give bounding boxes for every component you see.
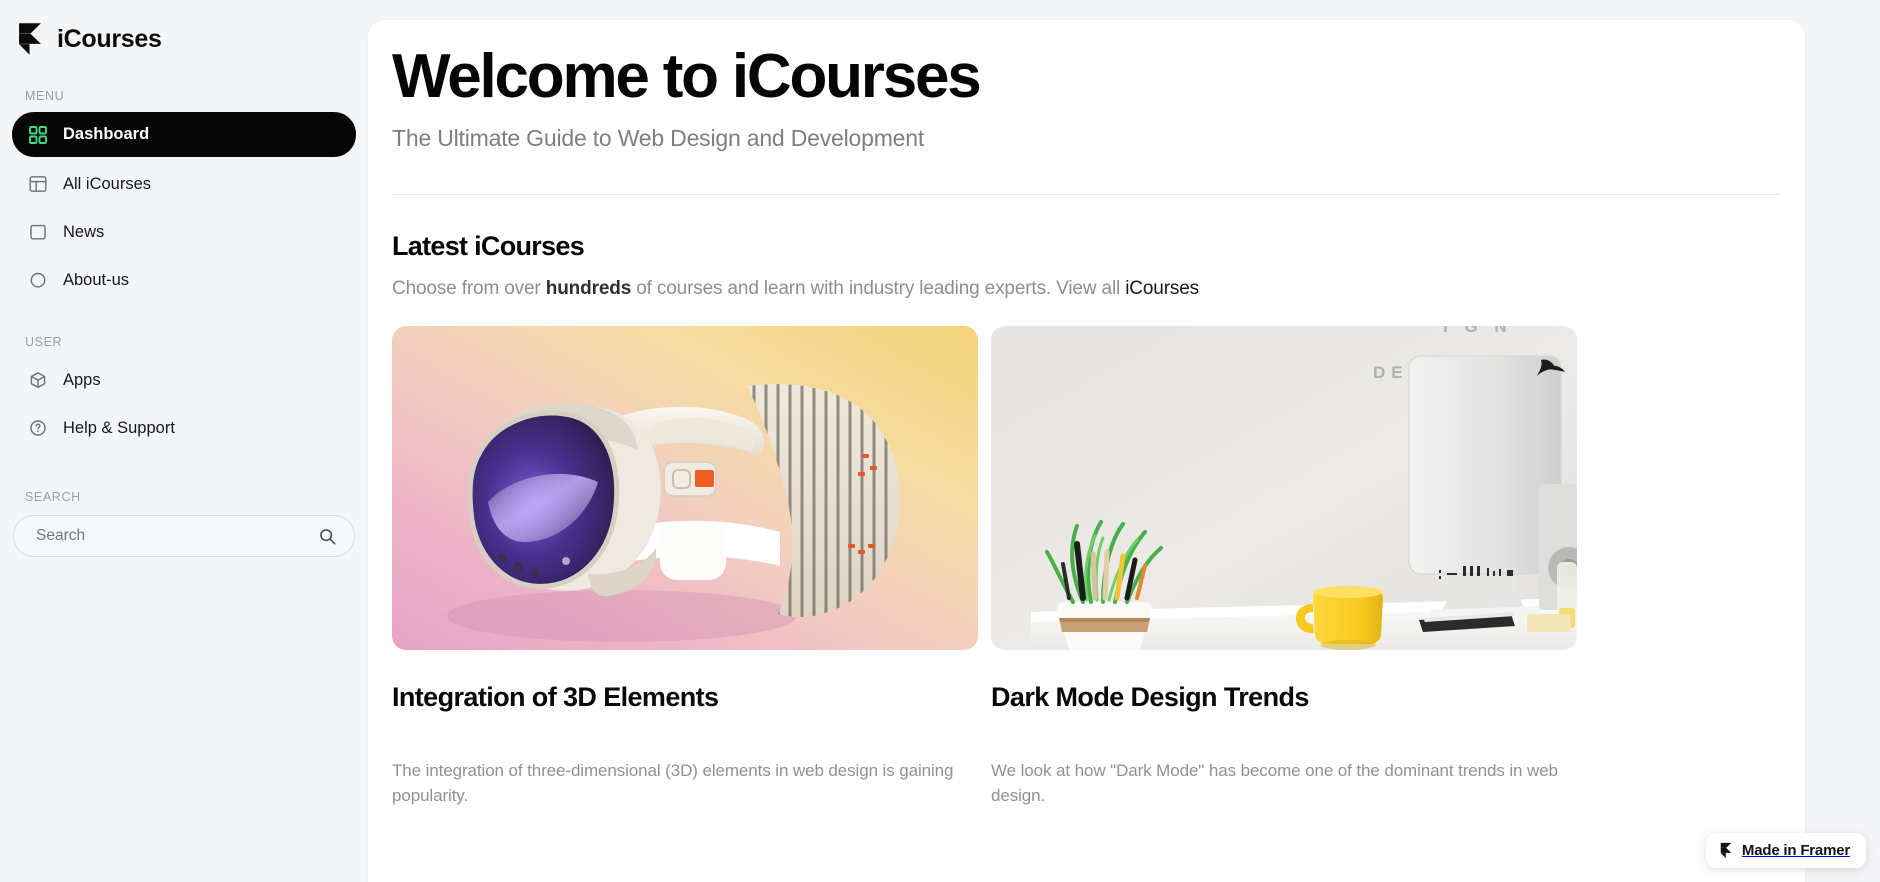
brand[interactable]: iCourses (12, 0, 356, 62)
layout-panel-icon (29, 176, 47, 192)
page-title: Welcome to iCourses (392, 42, 982, 111)
sidebar-item-help-support[interactable]: Help & Support (12, 406, 356, 450)
made-in-framer-badge[interactable]: Made in Framer (1705, 833, 1866, 868)
search-icon[interactable] (318, 527, 337, 546)
brand-name: iCourses (57, 24, 162, 53)
question-circle-icon (30, 420, 46, 436)
sidebar-item-dashboard[interactable]: Dashboard (12, 112, 356, 157)
sidebar-item-label: Help & Support (63, 418, 175, 437)
course-card-description: The integration of three-dimensional (3D… (392, 761, 954, 806)
svg-text:I G N: I G N (1443, 326, 1513, 336)
sidebar-item-apps[interactable]: Apps (12, 358, 356, 402)
course-card[interactable]: Integration of 3D Elements The integrati… (392, 326, 978, 808)
vr-headset-photo (392, 326, 978, 651)
sidebar-section-label-user: USER (25, 335, 63, 349)
section-description: Choose from over hundreds of courses and… (392, 278, 1780, 300)
course-card-description: We look at how "Dark Mode" has become on… (991, 761, 1558, 806)
made-in-framer-label: Made in Framer (1741, 842, 1850, 859)
course-card-image[interactable]: DES I G N (991, 326, 1577, 651)
app-root: iCourses MENU Dashboard All iCourses New… (0, 0, 1880, 882)
section-desc-bold: hundreds (545, 278, 632, 300)
search-box[interactable] (13, 515, 355, 557)
sidebar-item-about-us[interactable]: About-us (12, 258, 356, 302)
sidebar-item-label: All iCourses (63, 174, 152, 193)
sidebar-item-all-icourses[interactable]: All iCourses (12, 162, 356, 206)
course-card-image[interactable] (392, 326, 978, 651)
course-card[interactable]: DES I G N Dark Mode Design Trends We loo… (991, 326, 1577, 808)
framer-logo-icon (1720, 842, 1732, 859)
desk-workspace-photo: DES I G N (991, 326, 1577, 651)
page-subtitle: The Ultimate Guide to Web Design and Dev… (392, 125, 925, 152)
section-title: Latest iCourses (392, 231, 585, 262)
grid-icon (29, 125, 47, 144)
sidebar: iCourses MENU Dashboard All iCourses New… (0, 0, 368, 882)
sidebar-item-label: Dashboard (63, 125, 150, 143)
sidebar-section-label-search: SEARCH (25, 490, 81, 504)
course-card-list: Integration of 3D Elements The integrati… (392, 326, 1780, 808)
section-desc-mid: of courses and learn with industry leadi… (631, 278, 1126, 300)
header-divider (392, 194, 1780, 196)
sidebar-section-label-menu: MENU (25, 89, 65, 103)
square-icon (30, 224, 46, 240)
box-icon (30, 372, 46, 388)
sidebar-item-label: News (63, 222, 105, 241)
sidebar-item-label: About-us (63, 270, 130, 289)
section-desc-pre: Choose from over (392, 278, 546, 300)
search-input[interactable] (36, 527, 318, 545)
framer-logo-icon (19, 23, 41, 55)
course-card-title: Integration of 3D Elements (392, 682, 719, 713)
circle-icon (30, 272, 46, 288)
sidebar-item-news[interactable]: News (12, 210, 356, 254)
course-card-title: Dark Mode Design Trends (991, 682, 1309, 713)
sidebar-item-label: Apps (63, 370, 101, 389)
view-all-icourses-link[interactable]: iCourses (1125, 278, 1199, 299)
main-panel: Welcome to iCourses The Ultimate Guide t… (368, 20, 1805, 882)
